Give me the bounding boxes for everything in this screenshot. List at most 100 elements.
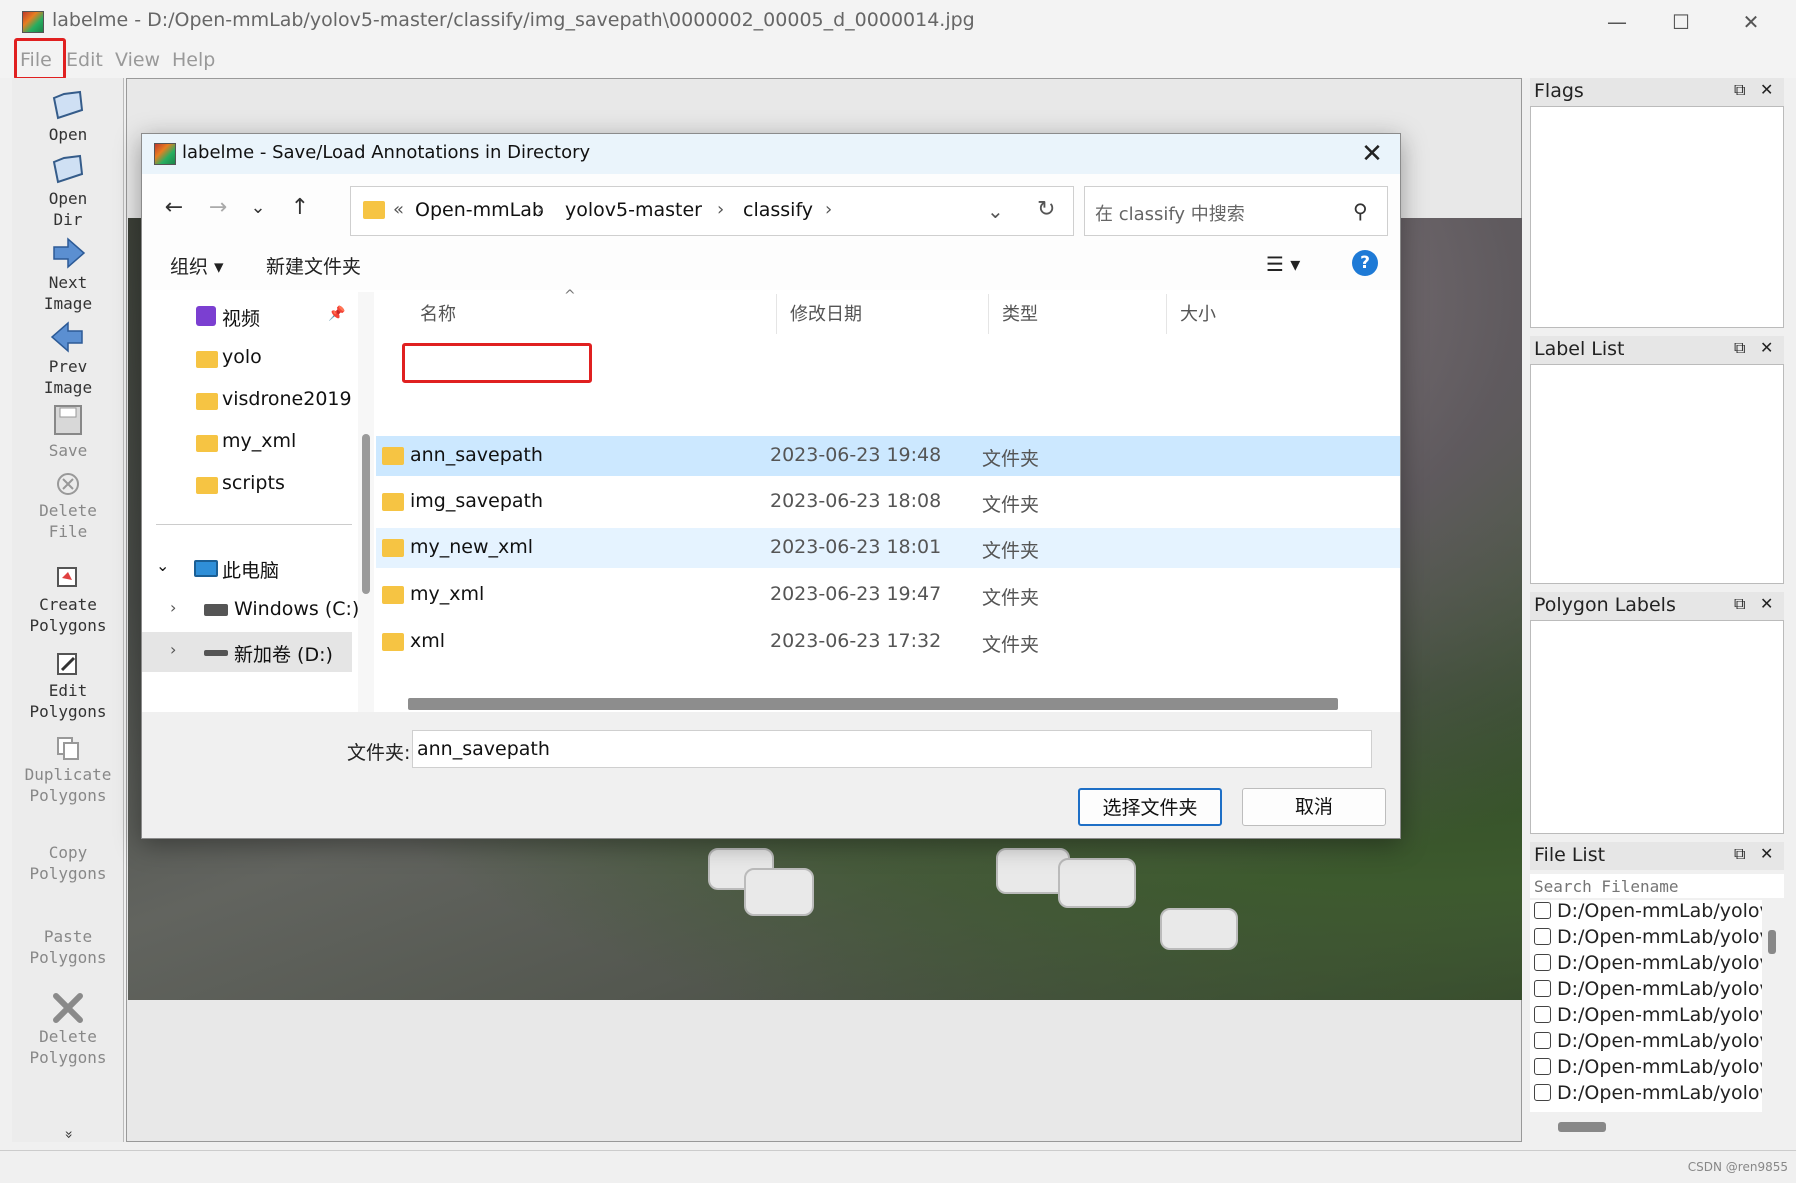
checkbox-icon[interactable] <box>1534 954 1551 971</box>
file-list-item[interactable]: D:/Open-mmLab/yolov5-master <box>1530 1004 1762 1030</box>
expand-chevron-right-icon[interactable]: › <box>170 598 176 617</box>
file-row[interactable]: my_xml 2023-06-23 19:47 文件夹 <box>376 575 1400 615</box>
copy-polygons-button[interactable]: Copy Polygons <box>12 842 124 884</box>
nav-item-my-xml[interactable]: my_xml <box>142 422 352 462</box>
breadcrumb-chevron-icon: › <box>537 199 545 220</box>
next-label-1: Next <box>48 273 88 292</box>
prev-image-button[interactable]: Prev Image <box>12 320 124 398</box>
nav-scroll-thumb[interactable] <box>362 434 370 594</box>
flags-list[interactable] <box>1530 106 1784 328</box>
file-list-item[interactable]: D:/Open-mmLab/yolov5-master <box>1530 926 1762 952</box>
column-header-name[interactable]: 名称 <box>420 300 456 326</box>
checkbox-icon[interactable] <box>1534 980 1551 997</box>
menu-view[interactable]: View <box>115 49 160 71</box>
column-header-date[interactable]: 修改日期 <box>790 300 862 326</box>
forward-arrow-icon[interactable]: → <box>200 190 236 226</box>
address-bar[interactable]: « Open-mmLab › yolov5-master › classify … <box>350 186 1074 236</box>
checkbox-icon[interactable] <box>1534 1084 1551 1101</box>
save-button[interactable]: Save <box>12 404 124 461</box>
column-separator[interactable] <box>776 294 777 334</box>
view-list-icon[interactable]: ☰ ▾ <box>1266 252 1300 276</box>
dock-close-icon[interactable]: ✕ <box>1760 844 1773 863</box>
file-list-item[interactable]: D:/Open-mmLab/yolov5-master <box>1530 952 1762 978</box>
nav-item-windows-c[interactable]: › Windows (C:) <box>142 590 359 630</box>
new-folder-button[interactable]: 新建文件夹 <box>266 252 361 279</box>
file-list-horizontal-scrollbar[interactable] <box>1530 1116 1784 1138</box>
expand-chevron-right-icon[interactable]: › <box>170 640 176 659</box>
duplicate-polygons-button[interactable]: Duplicate Polygons <box>12 734 124 806</box>
checkbox-icon[interactable] <box>1534 902 1551 919</box>
search-placeholder: 在 classify 中搜索 <box>1095 204 1245 225</box>
paste-polygons-button[interactable]: Paste Polygons <box>12 926 124 968</box>
up-arrow-icon[interactable]: ↑ <box>282 190 318 226</box>
file-list-vertical-scrollbar[interactable] <box>1764 900 1780 1112</box>
delete-polygons-button[interactable]: Delete Polygons <box>12 990 124 1068</box>
cancel-button[interactable]: 取消 <box>1242 788 1386 826</box>
dialog-close-icon[interactable]: ✕ <box>1352 136 1392 172</box>
file-list-item[interactable]: D:/Open-mmLab/yolov5-master <box>1530 1030 1762 1056</box>
breadcrumb-classify[interactable]: classify <box>743 199 813 221</box>
close-window-icon[interactable]: ✕ <box>1716 0 1786 44</box>
dock-close-icon[interactable]: ✕ <box>1760 80 1773 99</box>
dock-close-icon[interactable]: ✕ <box>1760 594 1773 613</box>
file-list-item[interactable]: D:/Open-mmLab/yolov5-master <box>1530 1056 1762 1082</box>
column-header-size[interactable]: 大小 <box>1180 300 1216 326</box>
address-dropdown-chevron-icon[interactable]: ⌄ <box>987 199 1004 223</box>
scroll-thumb[interactable] <box>1558 1122 1606 1132</box>
open-dir-button[interactable]: Open Dir <box>12 152 124 230</box>
breadcrumb-overflow[interactable]: « <box>393 199 404 220</box>
nav-item-visdrone2019[interactable]: visdrone2019 <box>142 380 352 420</box>
file-list-item[interactable]: D:/Open-mmLab/yolov5-master <box>1530 900 1762 926</box>
select-folder-button[interactable]: 选择文件夹 <box>1078 788 1222 826</box>
copy-label-1: Copy <box>48 843 88 862</box>
nav-item-drive-d[interactable]: › 新加卷 (D:) <box>142 632 352 672</box>
dock-float-icon[interactable]: ⧉ <box>1734 844 1745 864</box>
folder-name-input[interactable] <box>412 730 1372 768</box>
nav-item-this-pc[interactable]: ⌄ 此电脑 <box>142 548 352 588</box>
dock-float-icon[interactable]: ⧉ <box>1734 338 1745 358</box>
dock-float-icon[interactable]: ⧉ <box>1734 80 1745 100</box>
column-separator[interactable] <box>988 294 989 334</box>
file-row[interactable]: ann_savepath 2023-06-23 19:48 文件夹 <box>376 436 1400 476</box>
minimize-icon[interactable]: — <box>1582 0 1652 44</box>
pin-icon[interactable]: 📌 <box>328 306 345 322</box>
open-button[interactable]: Open <box>12 88 124 145</box>
file-search-input[interactable] <box>1530 874 1784 898</box>
next-image-button[interactable]: Next Image <box>12 236 124 314</box>
scroll-thumb[interactable] <box>1768 930 1776 954</box>
menu-help[interactable]: Help <box>172 49 215 71</box>
recent-chevron-down-icon[interactable]: ⌄ <box>240 190 276 226</box>
breadcrumb-yolov5-master[interactable]: yolov5-master <box>565 199 702 221</box>
checkbox-icon[interactable] <box>1534 928 1551 945</box>
menu-edit[interactable]: Edit <box>66 49 103 71</box>
checkbox-icon[interactable] <box>1534 1006 1551 1023</box>
dock-close-icon[interactable]: ✕ <box>1760 338 1773 357</box>
file-list-item[interactable]: D:/Open-mmLab/yolov5-master <box>1530 1082 1762 1108</box>
nav-item-yolo[interactable]: yolo <box>142 338 352 378</box>
search-box[interactable]: 在 classify 中搜索 ⚲ <box>1084 186 1388 236</box>
refresh-icon[interactable]: ↻ <box>1037 197 1055 222</box>
nav-item-scripts[interactable]: scripts <box>142 464 352 504</box>
edit-polygons-button[interactable]: Edit Polygons <box>12 650 124 722</box>
breadcrumb-open-mmlab[interactable]: Open-mmLab <box>415 199 544 221</box>
organize-button[interactable]: 组织 ▾ <box>170 252 224 279</box>
checkbox-icon[interactable] <box>1534 1058 1551 1075</box>
checkbox-icon[interactable] <box>1534 1032 1551 1049</box>
label-list[interactable] <box>1530 364 1784 584</box>
help-icon[interactable]: ? <box>1352 250 1378 276</box>
file-row[interactable]: xml 2023-06-23 17:32 文件夹 <box>376 622 1400 662</box>
polygon-labels-list[interactable] <box>1530 620 1784 834</box>
expand-chevron-down-icon[interactable]: ⌄ <box>156 556 169 575</box>
back-arrow-icon[interactable]: ← <box>156 190 192 226</box>
column-separator[interactable] <box>1166 294 1167 334</box>
delete-file-button[interactable]: Delete File <box>12 470 124 542</box>
file-pane-horizontal-scrollbar[interactable] <box>408 698 1338 710</box>
dock-float-icon[interactable]: ⧉ <box>1734 594 1745 614</box>
file-row[interactable]: my_new_xml 2023-06-23 18:01 文件夹 <box>376 528 1400 568</box>
file-row[interactable]: img_savepath 2023-06-23 18:08 文件夹 <box>376 482 1400 522</box>
file-list-item[interactable]: D:/Open-mmLab/yolov5-master <box>1530 978 1762 1004</box>
create-polygons-button[interactable]: Create Polygons <box>12 564 124 636</box>
column-header-type[interactable]: 类型 <box>1002 300 1038 326</box>
maximize-icon[interactable]: ☐ <box>1646 0 1716 44</box>
nav-item-videos[interactable]: 视频 📌 <box>142 296 352 336</box>
